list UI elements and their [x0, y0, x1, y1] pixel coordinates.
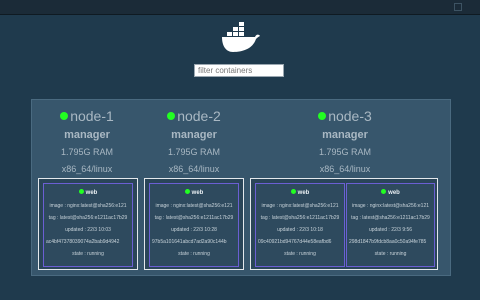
task-name: web — [256, 189, 344, 197]
task-tag: tag : latest@sha256:e1211ac17b29 — [260, 215, 340, 221]
node-2-containers: web image : nginx:latest@sha256:e121 tag… — [144, 178, 244, 270]
task-card[interactable]: web image : nginx:latest@sha256:e121 tag… — [255, 183, 345, 267]
task-updated: updated : 22/3 10:18 — [277, 227, 323, 233]
task-card[interactable]: web image : nginx:latest@sha256:e121 tag… — [149, 183, 239, 267]
task-image: image : nginx:latest@sha256:e121 — [351, 203, 430, 209]
task-id: 97b5a101641abcd7ad2a90c144b — [152, 239, 227, 245]
node-name: node-2 — [154, 108, 234, 124]
status-online-icon — [167, 112, 176, 120]
task-name: web — [347, 189, 434, 197]
window-top-bar — [0, 0, 480, 15]
node-card-1: node-1 manager 1.795G RAM x86_64/linux — [47, 108, 127, 175]
task-tag: tag : latest@sha256:e1211ac17b29 — [351, 215, 430, 221]
task-card[interactable]: web image : nginx:latest@sha256:e121 tag… — [43, 183, 133, 267]
task-card[interactable]: web image : nginx:latest@sha256:e121 tag… — [346, 183, 435, 267]
status-online-icon — [381, 189, 387, 194]
node-arch: x86_64/linux — [61, 164, 113, 174]
status-online-icon — [60, 112, 69, 120]
task-image: image : nginx:latest@sha256:e121 — [261, 203, 339, 209]
node-1-containers: web image : nginx:latest@sha256:e121 tag… — [38, 178, 138, 270]
node-ram: 1.795G RAM — [167, 147, 221, 157]
node-ram: 1.795G RAM — [60, 147, 114, 157]
task-updated: updated : 22/3 9:56 — [368, 227, 413, 233]
task-updated: updated : 22/3 10:03 — [65, 227, 111, 233]
status-online-icon — [184, 189, 190, 194]
docker-whale-icon — [219, 22, 261, 54]
task-name: web — [44, 189, 132, 197]
task-name: web — [150, 189, 238, 197]
node-name: node-1 — [47, 108, 127, 124]
node-role: manager — [171, 129, 217, 141]
task-id: 298d1847b9fdcb8aa0c50a94fe785 — [349, 239, 427, 245]
task-state: state : running — [72, 251, 104, 257]
node-arch: x86_64/linux — [319, 164, 371, 174]
node-3-containers: web image : nginx:latest@sha256:e121 tag… — [250, 178, 438, 270]
task-state: state : running — [178, 251, 210, 257]
node-card-2: node-2 manager 1.795G RAM x86_64/linux — [154, 108, 234, 175]
task-image: image : nginx:latest@sha256:e121 — [155, 203, 233, 209]
node-card-3: node-3 manager 1.795G RAM x86_64/linux — [305, 108, 385, 175]
task-id: ac4bf47378039074a2bab9d4942 — [46, 239, 120, 245]
node-name: node-3 — [305, 108, 385, 124]
task-tag: tag : latest@sha256:e1211ac17b29 — [154, 215, 234, 221]
node-role: manager — [64, 129, 110, 141]
task-state: state : running — [284, 251, 316, 257]
task-state: state : running — [374, 251, 407, 257]
task-updated: updated : 22/3 10:28 — [171, 227, 217, 233]
node-arch: x86_64/linux — [168, 164, 220, 174]
task-id: 09c40921bd94767d44e58eafbd6 — [258, 239, 332, 245]
node-ram: 1.795G RAM — [318, 147, 372, 157]
node-role: manager — [322, 129, 368, 141]
filter-containers-input[interactable] — [194, 64, 284, 77]
window-corner-icon — [454, 3, 462, 11]
status-online-icon — [78, 189, 84, 194]
status-online-icon — [318, 112, 327, 120]
status-online-icon — [290, 189, 296, 194]
task-image: image : nginx:latest@sha256:e121 — [49, 203, 127, 209]
task-tag: tag : latest@sha256:e1211ac17b29 — [48, 215, 128, 221]
